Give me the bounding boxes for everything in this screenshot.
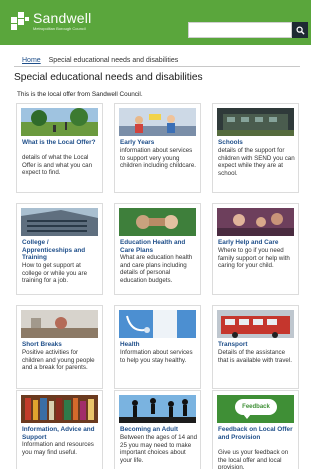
bookshelf-photo-icon [21,395,98,423]
breadcrumb: Home Special educational needs and disab… [22,57,178,64]
search-icon [295,25,305,35]
card-title-health[interactable]: Health [120,341,198,349]
card-title-becoming-adult[interactable]: Becoming an Adult [120,426,198,434]
page-title: Special educational needs and disabiliti… [14,72,203,83]
card-information-advice[interactable]: Information, Advice and Support Informat… [16,390,103,469]
card-title-early-help[interactable]: Early Help and Care [218,239,296,247]
card-title-short-breaks[interactable]: Short Breaks [22,341,100,349]
card-title-early-years[interactable]: Early Years [120,139,198,147]
logo-text: Sandwell [33,10,92,26]
search-input[interactable] [188,22,292,38]
feedback-speech-bubble-icon: Feedback [217,395,294,423]
card-desc-schools: details of the support for children with… [218,147,295,177]
sandwell-logo-mark-icon [11,12,29,30]
doctor-stethoscope-photo-icon [119,310,196,338]
school-building-photo-icon [217,108,294,136]
bus-photo-icon [217,310,294,338]
breadcrumb-divider [14,66,300,67]
jumping-silhouettes-photo-icon [119,395,196,423]
intro-text: This is the local offer from Sandwell Co… [17,91,143,98]
card-health[interactable]: Health Information about services to hel… [114,305,201,389]
card-title-information-advice[interactable]: Information, Advice and Support [22,426,100,441]
card-title-local-offer[interactable]: What is the Local Offer? [22,139,100,147]
logo-subtitle: Metropolitan Borough Council [33,26,86,31]
card-schools[interactable]: Schools details of the support for child… [212,103,299,193]
card-ehc-plans[interactable]: Education Health and Care Plans What are… [114,203,201,295]
card-desc-health: Information about services to help you s… [120,349,193,364]
card-desc-college: How to get support at college or while y… [22,262,88,285]
card-early-years[interactable]: Early Years information about services t… [114,103,201,193]
feedback-image-text: Feedback [242,404,270,410]
card-desc-short-breaks: Positive activities for children and you… [22,349,95,372]
card-desc-early-help: Where to go if you need family support o… [218,247,290,270]
card-title-transport[interactable]: Transport [218,341,296,349]
card-desc-feedback: Give us your feedback on the local offer… [218,449,289,469]
search-button[interactable] [292,22,308,38]
card-desc-early-years: information about services to support ve… [120,147,197,170]
card-feedback[interactable]: Feedback Feedback on Local Offer and Pro… [212,390,299,469]
card-becoming-adult[interactable]: Becoming an Adult Between the ages of 14… [114,390,201,469]
card-title-college[interactable]: College / Apprenticeships and Training [22,239,100,262]
card-transport[interactable]: Transport Details of the assistance that… [212,305,299,389]
breadcrumb-current: Special educational needs and disabiliti… [48,57,179,64]
breadcrumb-home-link[interactable]: Home [22,57,41,64]
card-college[interactable]: College / Apprenticeships and Training H… [16,203,103,295]
card-desc-ehc-plans: What are education health and care plans… [120,254,193,284]
card-short-breaks[interactable]: Short Breaks Positive activities for chi… [16,305,103,389]
card-desc-local-offer: details of what the Local Offer is and w… [22,154,93,177]
sandwell-logo[interactable]: Sandwell Metropolitan Borough Council [11,10,106,38]
site-header: Sandwell Metropolitan Borough Council [0,0,311,45]
outdoor-activity-photo-icon [21,310,98,338]
children-playing-photo-icon [119,108,196,136]
card-desc-information-advice: Information and resources you may find u… [22,441,94,456]
card-early-help[interactable]: Early Help and Care Where to go if you n… [212,203,299,295]
hands-together-photo-icon [119,208,196,236]
card-title-ehc-plans[interactable]: Education Health and Care Plans [120,239,198,254]
card-local-offer[interactable]: What is the Local Offer? details of what… [16,103,103,193]
family-photo-icon [217,208,294,236]
card-title-schools[interactable]: Schools [218,139,296,147]
card-title-feedback[interactable]: Feedback on Local Offer and Provision [218,426,296,441]
card-desc-transport: Details of the assistance that is availa… [218,349,292,364]
park-photo-icon [21,108,98,136]
card-desc-becoming-adult: Between the ages of 14 and 25 you may ne… [120,434,198,464]
college-building-photo-icon [21,208,98,236]
